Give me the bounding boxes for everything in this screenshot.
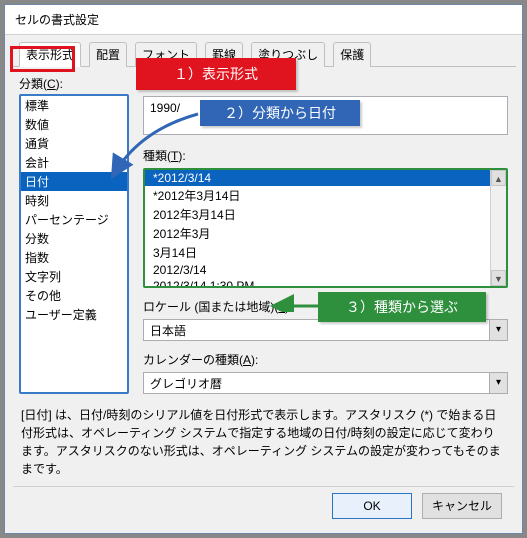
type-item[interactable]: *2012年3月14日 — [145, 186, 490, 205]
type-item[interactable]: 2012/3/14 1:30 PM — [145, 278, 490, 288]
calendar-combobox[interactable]: グレゴリオ暦 ▾ — [143, 372, 508, 394]
tab-1[interactable]: 配置 — [89, 42, 127, 67]
scroll-up-arrow[interactable]: ▲ — [491, 170, 506, 186]
annotation-callout-1: １）表示形式 — [136, 58, 296, 90]
scroll-down-arrow[interactable]: ▼ — [491, 270, 506, 286]
locale-combobox[interactable]: 日本語 ▾ — [143, 319, 508, 341]
type-label: 種類(T): — [143, 147, 508, 164]
category-item[interactable]: 数値 — [21, 115, 127, 134]
locale-value: 日本語 — [144, 322, 489, 339]
category-item[interactable]: 指数 — [21, 248, 127, 267]
type-listbox[interactable]: *2012/3/14*2012年3月14日2012年3月14日2012年3月3月… — [143, 168, 508, 288]
chevron-down-icon[interactable]: ▾ — [489, 373, 507, 393]
category-item[interactable]: 日付 — [21, 172, 127, 191]
dialog-titlebar: セルの書式設定 — [5, 5, 522, 35]
category-item[interactable]: 標準 — [21, 96, 127, 115]
type-item[interactable]: 2012年3月14日 — [145, 205, 490, 224]
annotation-callout-3: ３）種類から選ぶ — [318, 292, 486, 322]
type-item[interactable]: 3月14日 — [145, 243, 490, 262]
calendar-label: カレンダーの種類(A): — [143, 351, 508, 368]
category-item[interactable]: パーセンテージ — [21, 210, 127, 229]
category-item[interactable]: 通貨 — [21, 134, 127, 153]
category-item[interactable]: 分数 — [21, 229, 127, 248]
annotation-callout-2: ２）分類から日付 — [200, 100, 360, 126]
category-item[interactable]: 時刻 — [21, 191, 127, 210]
button-bar: OK キャンセル — [19, 493, 508, 523]
category-listbox[interactable]: 標準数値通貨会計日付時刻パーセンテージ分数指数文字列その他ユーザー定義 — [19, 94, 129, 394]
chevron-down-icon[interactable]: ▾ — [489, 320, 507, 340]
type-item[interactable]: 2012/3/14 — [145, 262, 490, 278]
type-item[interactable]: *2012/3/14 — [145, 170, 490, 186]
category-item[interactable]: ユーザー定義 — [21, 305, 127, 324]
description-text: [日付] は、日付/時刻のシリアル値を日付形式で表示します。アスタリスク (*)… — [19, 406, 508, 478]
dialog-title: セルの書式設定 — [15, 13, 99, 27]
type-scrollbar[interactable]: ▲ ▼ — [490, 170, 506, 286]
calendar-value: グレゴリオ暦 — [144, 375, 489, 392]
type-item[interactable]: 2012年3月 — [145, 224, 490, 243]
tab-0[interactable]: 表示形式 — [19, 42, 81, 67]
category-item[interactable]: 会計 — [21, 153, 127, 172]
category-item[interactable]: その他 — [21, 286, 127, 305]
category-item[interactable]: 文字列 — [21, 267, 127, 286]
cancel-button[interactable]: キャンセル — [422, 493, 502, 519]
tab-5[interactable]: 保護 — [333, 42, 371, 67]
divider — [13, 486, 514, 487]
ok-button[interactable]: OK — [332, 493, 412, 519]
category-label: 分類(C): — [19, 75, 129, 92]
